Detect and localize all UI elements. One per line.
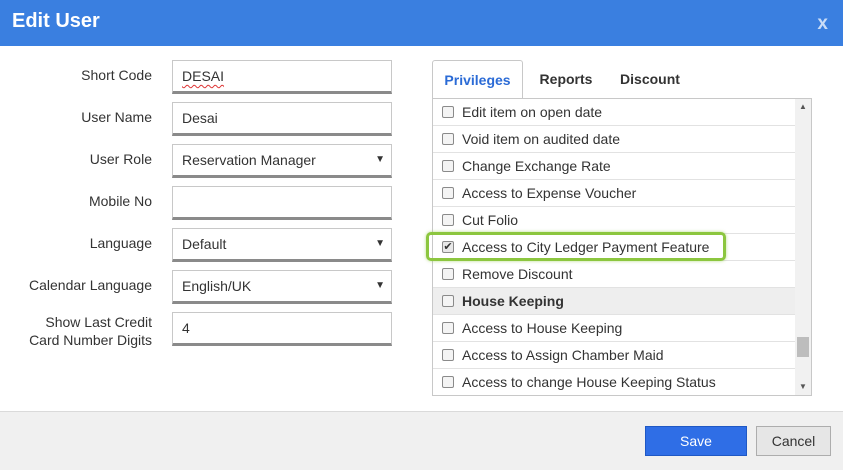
dialog-title: Edit User (12, 10, 100, 32)
tab-reports[interactable]: Reports (528, 60, 604, 99)
save-button[interactable]: Save (645, 426, 747, 456)
cancel-button[interactable]: Cancel (756, 426, 831, 456)
scroll-up-icon[interactable]: ▲ (795, 99, 811, 115)
tab-discount[interactable]: Discount (612, 60, 688, 99)
list-item[interactable]: Cut Folio (433, 207, 797, 234)
calendar-language-value: English/UK (182, 278, 252, 294)
list-item[interactable]: Access to House Keeping (433, 315, 797, 342)
list-item[interactable]: Access to Expense Voucher (433, 180, 797, 207)
checkbox[interactable] (442, 133, 454, 145)
short-code-input[interactable]: DESAI (172, 60, 392, 94)
calendar-language-select[interactable]: English/UK ▼ (172, 270, 392, 304)
list-item-label: Cut Folio (462, 212, 519, 228)
checkbox[interactable] (442, 295, 454, 307)
list-item[interactable]: Change Exchange Rate (433, 153, 797, 180)
checkbox[interactable] (442, 214, 454, 226)
close-icon[interactable]: x (817, 13, 828, 35)
list-item-label: Remove Discount (462, 266, 573, 282)
mobile-no-input[interactable] (172, 186, 392, 220)
user-role-value: Reservation Manager (182, 152, 316, 168)
list-item-label: Access to Expense Voucher (462, 185, 637, 201)
list-item-label: Void item on audited date (462, 131, 621, 147)
scrollbar-thumb[interactable] (797, 337, 809, 357)
dialog-title-bar: Edit User x (0, 0, 843, 46)
show-last-cc-value: 4 (182, 320, 190, 336)
chevron-down-icon: ▼ (375, 238, 385, 249)
language-label: Language (89, 235, 152, 251)
list-group-header[interactable]: House Keeping (433, 288, 797, 315)
show-last-cc-input[interactable]: 4 (172, 312, 392, 346)
checkmark-icon: ✔ (443, 241, 453, 253)
chevron-down-icon: ▼ (375, 154, 385, 165)
list-item[interactable]: Access to Assign Chamber Maid (433, 342, 797, 369)
checkbox[interactable] (442, 187, 454, 199)
language-value: Default (182, 236, 227, 252)
list-item-label: Access to House Keeping (462, 320, 623, 336)
checkbox[interactable] (442, 376, 454, 388)
list-item-label: Edit item on open date (462, 104, 603, 120)
user-role-select[interactable]: Reservation Manager ▼ (172, 144, 392, 178)
user-name-value: Desai (182, 110, 218, 126)
list-item[interactable]: Void item on audited date (433, 126, 797, 153)
chevron-down-icon: ▼ (375, 280, 385, 291)
list-item[interactable]: Remove Discount (433, 261, 797, 288)
checkbox[interactable] (442, 349, 454, 361)
language-select[interactable]: Default ▼ (172, 228, 392, 262)
list-item[interactable]: ✔ Access to City Ledger Payment Feature (433, 234, 797, 261)
checkbox[interactable] (442, 160, 454, 172)
user-role-label: User Role (89, 151, 152, 167)
list-scrollbar[interactable]: ▲ ▼ (795, 99, 811, 395)
list-item-label: Access to Assign Chamber Maid (462, 347, 664, 363)
tab-privileges[interactable]: Privileges (432, 60, 523, 99)
list-item[interactable]: Edit item on open date (433, 99, 797, 126)
short-code-value: DESAI (182, 68, 225, 84)
scroll-down-icon[interactable]: ▼ (795, 379, 811, 395)
privileges-list[interactable]: Edit item on open date Void item on audi… (432, 98, 812, 396)
list-item[interactable]: Access to change House Keeping Status (433, 369, 797, 395)
mobile-no-label: Mobile No (88, 193, 152, 209)
calendar-language-label: Calendar Language (29, 277, 152, 293)
show-last-cc-label-line2: Card Number Digits (29, 332, 152, 348)
checkbox[interactable] (442, 268, 454, 280)
list-group-label: House Keeping (462, 293, 564, 309)
user-name-label: User Name (81, 109, 152, 125)
checkbox[interactable] (442, 106, 454, 118)
list-item-label: Access to change House Keeping Status (462, 374, 716, 390)
user-name-input[interactable]: Desai (172, 102, 392, 136)
short-code-label: Short Code (81, 67, 152, 83)
list-item-label: Change Exchange Rate (462, 158, 611, 174)
checkbox-checked[interactable]: ✔ (442, 241, 454, 253)
checkbox[interactable] (442, 322, 454, 334)
list-item-label: Access to City Ledger Payment Feature (462, 239, 710, 255)
show-last-cc-label-line1: Show Last Credit (45, 314, 152, 330)
